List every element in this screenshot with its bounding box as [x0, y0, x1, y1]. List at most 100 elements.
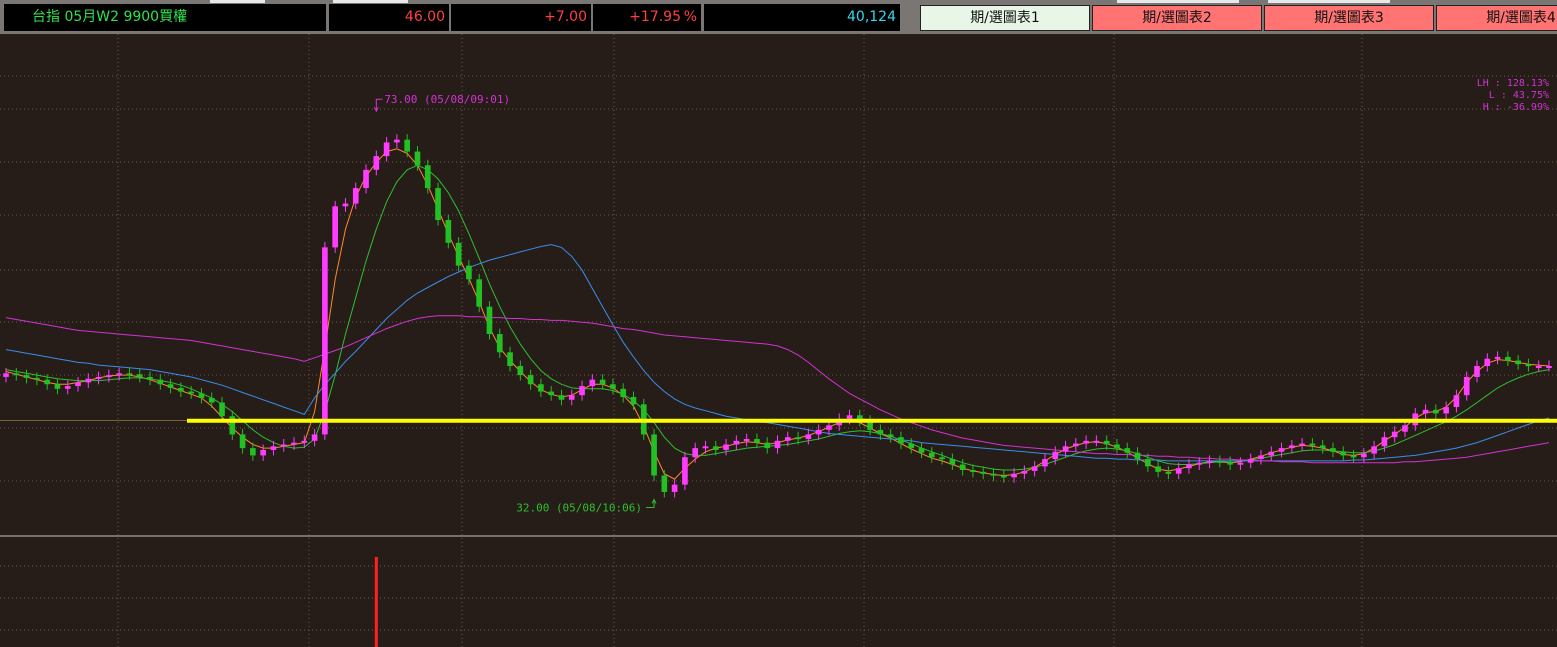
- candle-body: [1361, 453, 1367, 458]
- candle-body: [589, 379, 596, 387]
- percent-unit: %: [683, 9, 697, 25]
- candle-body: [692, 448, 699, 458]
- candle-body: [1340, 451, 1347, 456]
- candle-body: [579, 386, 585, 396]
- candle-body: [342, 203, 349, 207]
- candle-body: [527, 375, 534, 385]
- candle-body: [435, 188, 441, 220]
- candle-body: [1031, 466, 1038, 471]
- candle-body: [486, 306, 493, 335]
- last-price: 46.00: [329, 4, 449, 31]
- candle-body: [352, 188, 359, 204]
- candle-body: [363, 169, 369, 189]
- candle-body: [898, 437, 904, 444]
- tab-edge-2: [333, 0, 408, 3]
- candle-body: [939, 457, 945, 460]
- candle-body: [476, 279, 483, 307]
- candle-body: [75, 382, 81, 387]
- candle-body: [959, 464, 966, 471]
- candle-body: [383, 142, 390, 157]
- candle-body: [116, 373, 122, 376]
- chart-tab-2[interactable]: 期/選圖表2: [1092, 5, 1262, 31]
- candle-body: [671, 484, 678, 492]
- candle-body: [661, 475, 668, 492]
- candle-body: [1289, 445, 1295, 449]
- candle-body: [1227, 461, 1233, 465]
- tab-edge-4: [1268, 0, 1390, 3]
- candle-body: [805, 434, 812, 439]
- price-change: +7.00: [451, 4, 591, 31]
- candle-body: [280, 444, 287, 447]
- candle-body: [1433, 409, 1439, 414]
- candle-body: [1391, 431, 1398, 438]
- candle-body: [774, 440, 781, 449]
- candle-body: [1196, 462, 1203, 465]
- price-chart[interactable]: 73.00 (05/08/09:01) 32.00 (05/08/10:06) …: [0, 34, 1557, 647]
- candle-body: [970, 470, 976, 473]
- candle-body: [44, 379, 50, 385]
- candle-body: [928, 452, 935, 458]
- tab-edge-1: [210, 0, 265, 3]
- candle-body: [1093, 440, 1100, 443]
- low-marker: 32.00 (05/08/10:06): [516, 498, 657, 514]
- candle-body: [332, 206, 339, 248]
- candle-body: [270, 446, 277, 450]
- candle-body: [1402, 425, 1408, 432]
- candle-body: [239, 434, 246, 449]
- candle-body: [404, 139, 411, 152]
- candle-body: [507, 352, 513, 366]
- candle-body: [1175, 468, 1182, 474]
- candle-body: [126, 373, 133, 376]
- instrument-label[interactable]: 台指 05月W2 9900買權: [4, 4, 326, 31]
- candle-body: [599, 379, 606, 385]
- candle-body: [908, 443, 915, 449]
- tab-edge-3: [1117, 0, 1239, 3]
- candle-body: [311, 434, 318, 441]
- high-label: 73.00 (05/08/09:01): [384, 93, 510, 106]
- candle-body: [1484, 358, 1491, 366]
- candle-body: [167, 384, 174, 388]
- candle-body: [1474, 366, 1480, 377]
- high-marker: 73.00 (05/08/09:01): [373, 93, 510, 113]
- candle-body: [815, 429, 822, 435]
- candle-body: [702, 446, 709, 449]
- chart-tab-4[interactable]: 期/選圖表4: [1436, 5, 1557, 31]
- candle-body: [414, 151, 421, 166]
- candle-body: [743, 439, 750, 441]
- candle-body: [1103, 440, 1110, 445]
- moving-average-lines: [5, 148, 1550, 480]
- candle-body: [1371, 446, 1377, 454]
- candle-body: [106, 375, 112, 378]
- candle-body: [157, 379, 164, 385]
- candle-body: [1072, 443, 1079, 447]
- candle-body: [394, 139, 400, 143]
- candle-body: [1114, 444, 1120, 449]
- candle-body: [3, 373, 9, 377]
- candle-body: [949, 459, 956, 465]
- candle-body: [630, 397, 637, 405]
- candle-body: [1000, 475, 1007, 478]
- candle-body: [1494, 356, 1501, 359]
- candle-body: [424, 165, 431, 189]
- candle-body: [1422, 409, 1429, 414]
- change-percent-cell: +17.95 %: [593, 4, 701, 31]
- candle-body: [1216, 460, 1223, 463]
- candle-body: [1299, 443, 1305, 446]
- candle-body: [754, 439, 760, 443]
- candle-body: [208, 397, 215, 403]
- quote-header-bar: 台指 05月W2 9900買權 46.00 +7.00 +17.95 % 40,…: [0, 0, 1557, 34]
- candle-body: [136, 374, 143, 377]
- chart-tab-1[interactable]: 期/選圖表1: [920, 5, 1090, 31]
- candle-body: [260, 449, 266, 456]
- candle-body: [13, 373, 20, 376]
- candle-body: [34, 377, 40, 380]
- candle-body: [826, 425, 832, 430]
- candle-body: [651, 434, 657, 476]
- candle-body: [1062, 446, 1069, 452]
- candle-body: [322, 247, 328, 435]
- candle-body: [1319, 445, 1326, 449]
- chart-tab-3[interactable]: 期/選圖表3: [1264, 5, 1434, 31]
- candle-body: [918, 448, 925, 453]
- candle-body: [1535, 366, 1542, 368]
- candle-body: [990, 473, 997, 476]
